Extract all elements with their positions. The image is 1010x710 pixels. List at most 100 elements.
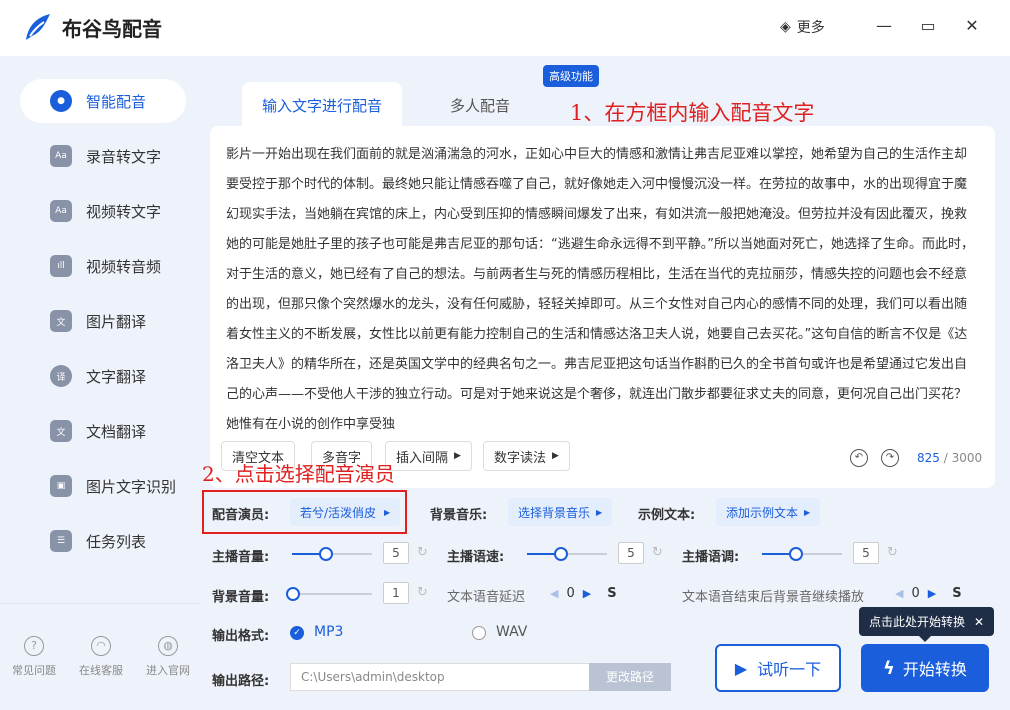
reset-icon[interactable]: ↻: [417, 585, 428, 600]
actor-value: 若兮/活泼俏皮: [300, 505, 377, 520]
sidebar-item-video-to-text[interactable]: Aa 视频转文字: [20, 189, 186, 233]
tooltip-close-icon[interactable]: ✕: [974, 615, 984, 629]
mic-icon: ●: [50, 90, 72, 112]
insert-pause-button[interactable]: 插入间隔 ▶: [385, 441, 472, 471]
increase-icon[interactable]: ▶: [583, 587, 591, 600]
delay-value: 0: [566, 586, 575, 601]
bgm-value: 选择背景音乐: [518, 505, 591, 520]
speed-slider[interactable]: [527, 547, 607, 561]
speed-value[interactable]: 5: [618, 542, 644, 564]
audio-text-icon: Aa: [50, 145, 72, 167]
headset-icon: ◠: [91, 636, 111, 656]
maximize-icon[interactable]: ▭: [916, 14, 940, 38]
bgm-continue-label: 文本语音结束后背景音继续播放: [682, 590, 865, 605]
wav-radio-icon[interactable]: [472, 626, 486, 640]
pitch-slider[interactable]: [762, 547, 842, 561]
change-path-button[interactable]: 更改路径: [589, 663, 671, 691]
sidebar-item-task-list[interactable]: ☰ 任务列表: [20, 519, 186, 563]
sidebar-item-label: 任务列表: [86, 532, 147, 551]
format-label: 输出格式:: [212, 629, 270, 644]
tab-multi-voice[interactable]: 多人配音: [420, 82, 540, 128]
play-icon: ▶: [734, 658, 748, 678]
volume-slider[interactable]: [292, 547, 372, 561]
digit-reading-button[interactable]: 数字读法 ▶: [483, 441, 570, 471]
sidebar-item-text-translate[interactable]: 译 文字翻译: [20, 354, 186, 398]
text-translate-icon: 译: [50, 365, 72, 387]
sidebar-item-image-translate[interactable]: 文 图片翻译: [20, 299, 186, 343]
decrease-icon[interactable]: ◀: [895, 587, 903, 600]
output-path-input[interactable]: C:\Users\admin\desktop: [290, 663, 590, 691]
convert-icon: ϟ: [883, 657, 895, 679]
sidebar-item-label: 视频转音频: [86, 257, 162, 276]
mp3-option[interactable]: MP3: [314, 624, 343, 640]
speed-slider-knob[interactable]: [554, 547, 568, 561]
sidebar-item-label: 文字翻译: [86, 367, 147, 386]
site-label: 进入官网: [146, 664, 190, 677]
increase-icon[interactable]: ▶: [928, 587, 936, 600]
close-icon[interactable]: ✕: [960, 14, 984, 38]
bgm-continue-value: 0: [911, 586, 920, 601]
tooltip-text: 点击此处开始转换: [869, 615, 966, 629]
sidebar-item-doc-translate[interactable]: 文 文档翻译: [20, 409, 186, 453]
sample-text-value: 添加示例文本: [726, 505, 799, 520]
char-counter: 825 / 3000: [917, 451, 982, 465]
volume-slider-knob[interactable]: [319, 547, 333, 561]
sidebar-item-video-to-audio[interactable]: ıll 视频转音频: [20, 244, 186, 288]
start-tooltip: 点击此处开始转换 ✕: [859, 607, 994, 642]
bgm-select-button[interactable]: 选择背景音乐 ▶: [508, 498, 613, 526]
text-editor[interactable]: 影片一开始出现在我们面前的就是汹涌湍急的河水，正如心中巨大的情感和激情让弗吉尼亚…: [210, 126, 995, 488]
annotation-step1: 1、在方框内输入配音文字: [570, 101, 815, 125]
redo-icon[interactable]: ↷: [881, 449, 899, 467]
sidebar-item-ocr[interactable]: ▣ 图片文字识别: [20, 464, 186, 508]
pitch-slider-knob[interactable]: [789, 547, 803, 561]
decrease-icon[interactable]: ◀: [550, 587, 558, 600]
reset-icon[interactable]: ↻: [417, 545, 428, 560]
preview-label: 试听一下: [757, 660, 822, 679]
mp3-radio-checked-icon[interactable]: ✓: [290, 626, 304, 640]
bg-volume-slider[interactable]: [286, 587, 372, 601]
digit-reading-label: 数字读法: [494, 450, 547, 466]
delay-stepper[interactable]: ◀ 0 ▶ S: [550, 586, 617, 601]
sidebar-item-audio-to-text[interactable]: Aa 录音转文字: [20, 134, 186, 178]
bgm-label: 背景音乐:: [430, 508, 488, 523]
sample-text-button[interactable]: 添加示例文本 ▶: [716, 498, 821, 526]
ocr-icon: ▣: [50, 475, 72, 497]
bgm-continue-unit: S: [952, 586, 962, 601]
sample-text-label: 示例文本:: [638, 508, 696, 523]
more-menu-button[interactable]: ◈ 更多: [780, 17, 825, 37]
start-convert-button[interactable]: ϟ 开始转换: [861, 644, 989, 692]
sidebar-item-label: 图片翻译: [86, 312, 147, 331]
reset-icon[interactable]: ↻: [652, 545, 663, 560]
caret-right-icon: ▶: [804, 507, 811, 517]
video-text-icon: Aa: [50, 200, 72, 222]
caret-right-icon: ▶: [454, 451, 461, 461]
bg-volume-label: 背景音量:: [212, 590, 270, 605]
pitch-label: 主播语调:: [682, 550, 740, 565]
sidebar-item-smart-dubbing[interactable]: ● 智能配音: [20, 79, 186, 123]
delay-label: 文本语音延迟: [447, 590, 526, 605]
caret-right-icon: ▶: [552, 451, 559, 461]
wav-option[interactable]: WAV: [496, 624, 527, 640]
actor-label: 配音演员:: [212, 508, 270, 523]
reset-icon[interactable]: ↻: [887, 545, 898, 560]
minimize-icon[interactable]: —: [872, 14, 896, 38]
online-support-link[interactable]: ◠ 在线客服: [68, 636, 134, 678]
preview-button[interactable]: ▶ 试听一下: [715, 644, 841, 692]
official-site-link[interactable]: ◍ 进入官网: [135, 636, 201, 678]
start-label: 开始转换: [902, 660, 967, 679]
char-count-max: / 3000: [943, 451, 983, 465]
bg-volume-slider-knob[interactable]: [286, 587, 300, 601]
actor-select-button[interactable]: 若兮/活泼俏皮 ▶: [290, 498, 401, 526]
bgm-continue-stepper[interactable]: ◀ 0 ▶ S: [895, 586, 962, 601]
pitch-value[interactable]: 5: [853, 542, 879, 564]
annotation-step2: 2、点击选择配音演员: [202, 462, 395, 486]
undo-icon[interactable]: ↶: [850, 449, 868, 467]
volume-value[interactable]: 5: [383, 542, 409, 564]
tab-text-input[interactable]: 输入文字进行配音: [242, 82, 402, 128]
support-label: 在线客服: [79, 664, 123, 677]
volume-label: 主播音量:: [212, 550, 270, 565]
bg-volume-value[interactable]: 1: [383, 582, 409, 604]
editor-textarea[interactable]: 影片一开始出现在我们面前的就是汹涌湍急的河水，正如心中巨大的情感和激情让弗吉尼亚…: [226, 140, 976, 434]
sidebar-divider: [0, 603, 200, 604]
faq-link[interactable]: ? 常见问题: [1, 636, 67, 678]
